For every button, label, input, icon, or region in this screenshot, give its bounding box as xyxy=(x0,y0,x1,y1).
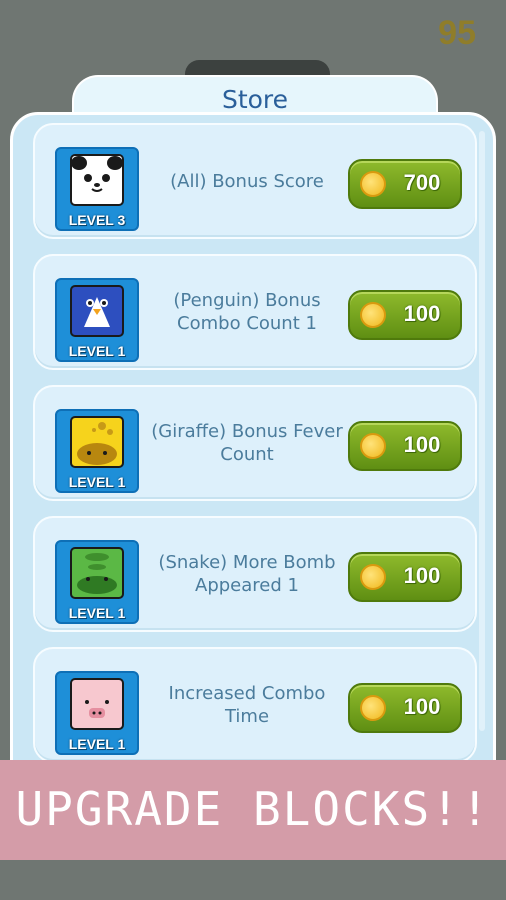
penguin-icon xyxy=(70,285,124,337)
promo-banner: UPGRADE BLOCKS!! xyxy=(0,760,506,860)
buy-button[interactable]: 700 xyxy=(348,159,462,209)
store-panel[interactable]: LEVEL 3 (All) Bonus Score 700 LEVEL 1 (P xyxy=(10,112,496,832)
store-item: LEVEL 3 (All) Bonus Score 700 xyxy=(33,123,477,239)
block-thumbnail: LEVEL 3 xyxy=(55,147,139,231)
item-description: (Snake) More Bomb Appeared 1 xyxy=(158,552,336,596)
block-thumbnail: LEVEL 1 xyxy=(55,540,139,624)
item-description: (All) Bonus Score xyxy=(170,170,324,192)
buy-button[interactable]: 100 xyxy=(348,290,462,340)
banner-text: UPGRADE BLOCKS!! xyxy=(15,782,491,836)
level-label: LEVEL 3 xyxy=(68,212,126,228)
coin-icon xyxy=(360,302,386,328)
bottom-bar xyxy=(0,860,506,900)
level-label: LEVEL 1 xyxy=(68,736,126,752)
buy-button[interactable]: 100 xyxy=(348,683,462,733)
block-thumbnail: LEVEL 1 xyxy=(55,278,139,362)
price-label: 100 xyxy=(403,694,441,719)
price-label: 100 xyxy=(403,432,441,457)
coin-icon xyxy=(360,171,386,197)
item-description: (Giraffe) Bonus Fever Count xyxy=(151,421,343,465)
item-description: Increased Combo Time xyxy=(168,683,326,727)
buy-button[interactable]: 100 xyxy=(348,421,462,471)
block-thumbnail: LEVEL 1 xyxy=(55,671,139,755)
giraffe-icon xyxy=(70,416,124,468)
coin-count: 95 xyxy=(438,14,476,52)
item-description: (Penguin) Bonus Combo Count 1 xyxy=(173,290,321,334)
store-item: LEVEL 1 (Penguin) Bonus Combo Count 1 10… xyxy=(33,254,477,370)
level-label: LEVEL 1 xyxy=(68,474,126,490)
pig-icon xyxy=(70,678,124,730)
store-item: LEVEL 1 (Snake) More Bomb Appeared 1 100 xyxy=(33,516,477,632)
buy-button[interactable]: 100 xyxy=(348,552,462,602)
level-label: LEVEL 1 xyxy=(68,605,126,621)
coin-icon xyxy=(360,433,386,459)
store-item: LEVEL 1 Increased Combo Time 100 xyxy=(33,647,477,763)
panda-icon xyxy=(70,154,124,206)
price-label: 100 xyxy=(403,301,441,326)
scrollbar[interactable] xyxy=(479,131,485,731)
coin-icon xyxy=(360,695,386,721)
coin-icon xyxy=(360,564,386,590)
price-label: 700 xyxy=(403,170,441,195)
block-thumbnail: LEVEL 1 xyxy=(55,409,139,493)
store-item: LEVEL 1 (Giraffe) Bonus Fever Count 100 xyxy=(33,385,477,501)
price-label: 100 xyxy=(403,563,441,588)
store-title: Store xyxy=(221,85,289,114)
snake-icon xyxy=(70,547,124,599)
level-label: LEVEL 1 xyxy=(68,343,126,359)
